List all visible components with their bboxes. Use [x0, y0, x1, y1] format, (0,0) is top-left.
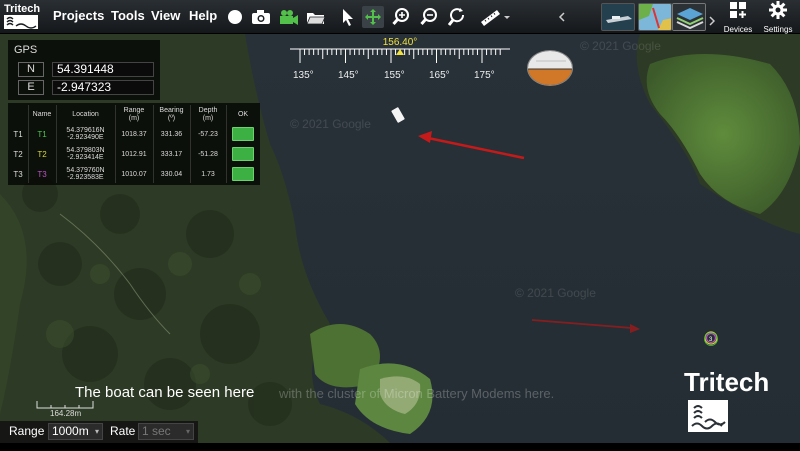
app-logo-text: Tritech	[4, 3, 41, 15]
row-bearing: 330.04	[160, 171, 183, 178]
layer-stack-thumb[interactable]	[672, 3, 706, 31]
gear-icon	[769, 1, 787, 19]
gps-value-e: -2.947323	[52, 80, 154, 95]
row-depth: -51.28	[198, 151, 218, 158]
tritech-brand-logo: Tritech	[684, 367, 792, 435]
record-icon[interactable]	[224, 6, 246, 28]
col-header-bearing: Bearing (º)	[159, 107, 184, 122]
boat-layer-icon	[602, 4, 634, 30]
row-depth: -57.23	[198, 131, 218, 138]
brand-wordmark: Tritech	[684, 367, 770, 397]
col-header-ok: OK	[237, 111, 249, 118]
google-watermark-top: © 2021 Google	[290, 117, 371, 131]
menu-tools[interactable]: Tools	[111, 8, 145, 23]
row-bearing: 333.17	[160, 151, 183, 158]
rate-select[interactable]: 1 sec ▾	[138, 423, 194, 440]
compass-tick-175: 175°	[474, 70, 495, 81]
gps-title: GPS	[14, 44, 38, 56]
ok-status-button[interactable]	[232, 167, 254, 181]
row-name: T1	[37, 130, 47, 139]
rate-label: Rate	[110, 424, 136, 438]
row-id: T2	[13, 150, 23, 159]
map-layer-icon	[639, 4, 671, 30]
layer-map-thumb[interactable]	[638, 3, 672, 31]
zoom-reset-icon[interactable]	[446, 6, 468, 28]
devices-label: Devices	[723, 25, 753, 34]
gps-row-east: E -2.947323	[18, 80, 154, 95]
compass-tick-135: 135°	[293, 70, 314, 81]
video-camera-icon[interactable]	[278, 6, 300, 28]
brand-wave-icon	[688, 400, 728, 432]
gps-key-n: N	[18, 62, 44, 77]
caption-boat: The boat can be seen here	[75, 384, 255, 401]
row-location-lon: -2.923414E	[67, 154, 104, 161]
compass-tick-155: 155°	[384, 70, 405, 81]
google-watermark-mid: © 2021 Google	[515, 286, 596, 300]
pan-move-icon[interactable]	[362, 6, 384, 28]
col-header-name: Name	[32, 111, 52, 118]
open-folder-icon[interactable]	[305, 6, 327, 28]
chevron-down-icon: ▾	[185, 427, 190, 436]
gps-key-e: E	[18, 80, 44, 95]
google-watermark-corner: © 2021 Google	[580, 39, 661, 53]
modem-table: Name Location Range (m) Bearing (º) Dept…	[8, 103, 260, 185]
bottom-controls: Range 1000m ▾ Rate 1 sec ▾	[0, 421, 198, 443]
zoom-in-icon[interactable]	[390, 6, 412, 28]
attitude-indicator	[527, 50, 573, 86]
gps-row-north: N 54.391448	[18, 62, 154, 77]
row-location-lon: -2.923583E	[67, 174, 104, 181]
row-name: T3	[37, 170, 47, 179]
app-logo: Tritech	[4, 3, 44, 31]
row-name: T2	[37, 150, 47, 159]
toolbar: Tritech Projects Tools View Help Devices…	[0, 0, 800, 34]
compass-tick-165: 165°	[429, 70, 450, 81]
col-header-range: Range (m)	[123, 107, 145, 122]
row-depth: 1.73	[201, 171, 215, 178]
row-range: 1012.91	[121, 151, 147, 158]
map-scale-bar: 164.28m	[36, 399, 96, 419]
collapse-left-icon[interactable]	[556, 6, 568, 28]
gps-panel: GPS N 54.391448 E -2.947323	[8, 40, 160, 100]
scale-label: 164.28m	[50, 409, 82, 418]
chevron-down-icon: ▾	[94, 427, 99, 436]
compass-tick-145: 145°	[338, 70, 359, 81]
logo-wave-icon	[4, 15, 38, 29]
settings-button[interactable]: Settings	[760, 1, 796, 34]
menu-projects[interactable]: Projects	[53, 8, 104, 23]
range-select[interactable]: 1000m ▾	[48, 423, 103, 440]
row-location-lon: -2.923490E	[67, 134, 104, 141]
expand-right-icon[interactable]	[707, 10, 717, 32]
gps-value-n: 54.391448	[52, 62, 154, 77]
ok-status-button[interactable]	[232, 147, 254, 161]
row-range: 1010.07	[121, 171, 147, 178]
zoom-out-icon[interactable]	[418, 6, 440, 28]
heading-compass: 156.40° 135° 145° 155° 165° 175°	[290, 37, 510, 85]
pointer-icon[interactable]	[336, 6, 358, 28]
range-select-value: 1000m	[52, 424, 89, 438]
devices-button[interactable]: Devices	[720, 1, 756, 34]
caption-modems: with the cluster of Micron Battery Modem…	[279, 386, 555, 401]
menu-help[interactable]: Help	[189, 8, 217, 23]
camera-icon[interactable]	[250, 6, 272, 28]
col-header-location: Location	[72, 111, 99, 118]
row-location-lat: 54.379803N	[66, 147, 105, 154]
devices-icon	[730, 2, 746, 18]
layers-icon	[673, 4, 705, 30]
rate-select-value: 1 sec	[142, 424, 171, 438]
ok-status-button[interactable]	[232, 127, 254, 141]
row-range: 1018.37	[121, 131, 147, 138]
row-bearing: 331.36	[160, 131, 183, 138]
range-label: Range	[9, 424, 45, 438]
ruler-icon[interactable]	[478, 6, 512, 28]
row-location-lat: 54.379760N	[66, 167, 105, 174]
col-header-depth: Depth (m)	[198, 107, 218, 122]
row-location-lat: 54.379616N	[66, 127, 105, 134]
layer-boat-thumb[interactable]	[601, 3, 635, 31]
settings-label: Settings	[763, 25, 793, 34]
menu-view[interactable]: View	[151, 8, 180, 23]
row-id: T1	[13, 130, 23, 139]
row-id: T3	[13, 170, 23, 179]
